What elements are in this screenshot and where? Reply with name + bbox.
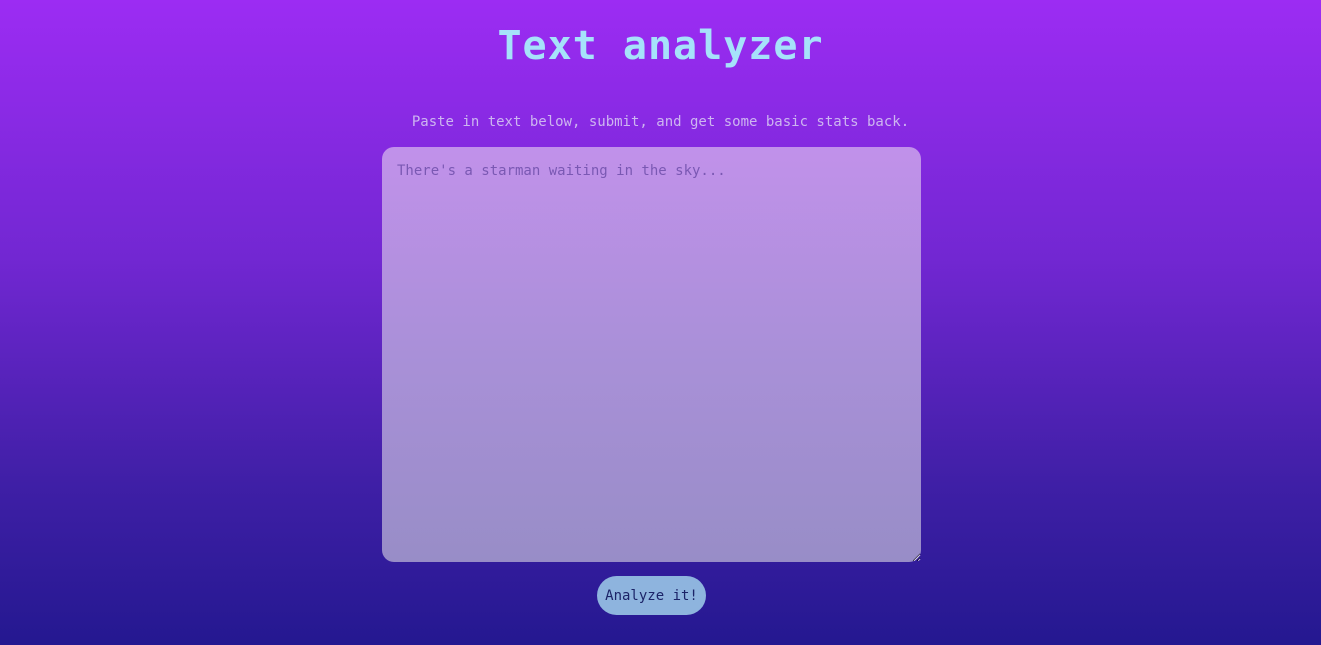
text-input[interactable] (382, 147, 921, 562)
page-subtitle: Paste in text below, submit, and get som… (411, 114, 910, 130)
analyze-button[interactable]: Analyze it! (597, 576, 706, 615)
page-title: Text analyzer (497, 23, 824, 69)
